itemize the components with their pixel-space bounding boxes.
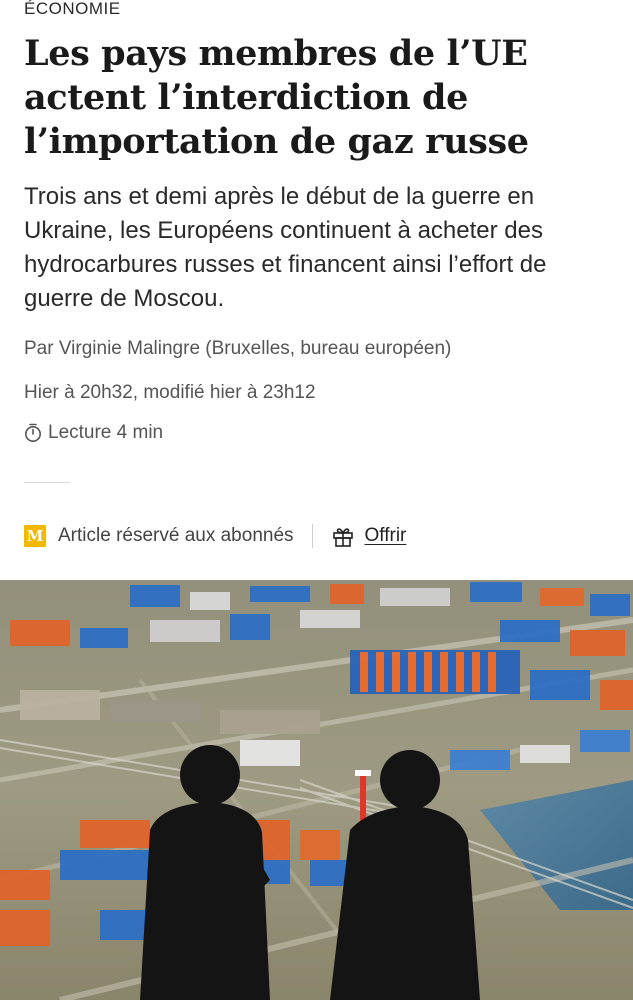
subscriber-bar: M Article réservé aux abonnés Offrir (24, 521, 609, 551)
reading-time: Lecture 4 min (24, 420, 609, 446)
section-label[interactable]: ÉCONOMIE (24, 0, 609, 24)
timer-icon (24, 423, 42, 443)
article-hero-image (0, 580, 633, 1000)
article-subtitle: Trois ans et demi après le début de la g… (24, 183, 547, 312)
hero-photo (0, 580, 633, 1000)
article-header: ÉCONOMIE Les pays membres de l’UE actent… (0, 0, 633, 551)
article-byline: Par Virginie Malingre (Bruxelles, bureau… (24, 338, 452, 359)
header-divider (24, 482, 70, 483)
le-monde-badge-icon: M (24, 525, 46, 547)
article-dates: Hier à 20h32, modifié hier à 23h12 (24, 382, 316, 403)
article-title: Les pays membres de l’UE actent l’interd… (24, 33, 529, 162)
offer-link[interactable]: Offrir (365, 525, 407, 547)
gift-icon[interactable] (331, 524, 355, 548)
subscriber-separator (311, 524, 313, 548)
subscriber-label: Article réservé aux abonnés (58, 525, 294, 546)
reading-time-label: Lecture 4 min (48, 422, 164, 443)
article-page: ÉCONOMIE Les pays membres de l’UE actent… (0, 0, 633, 1000)
